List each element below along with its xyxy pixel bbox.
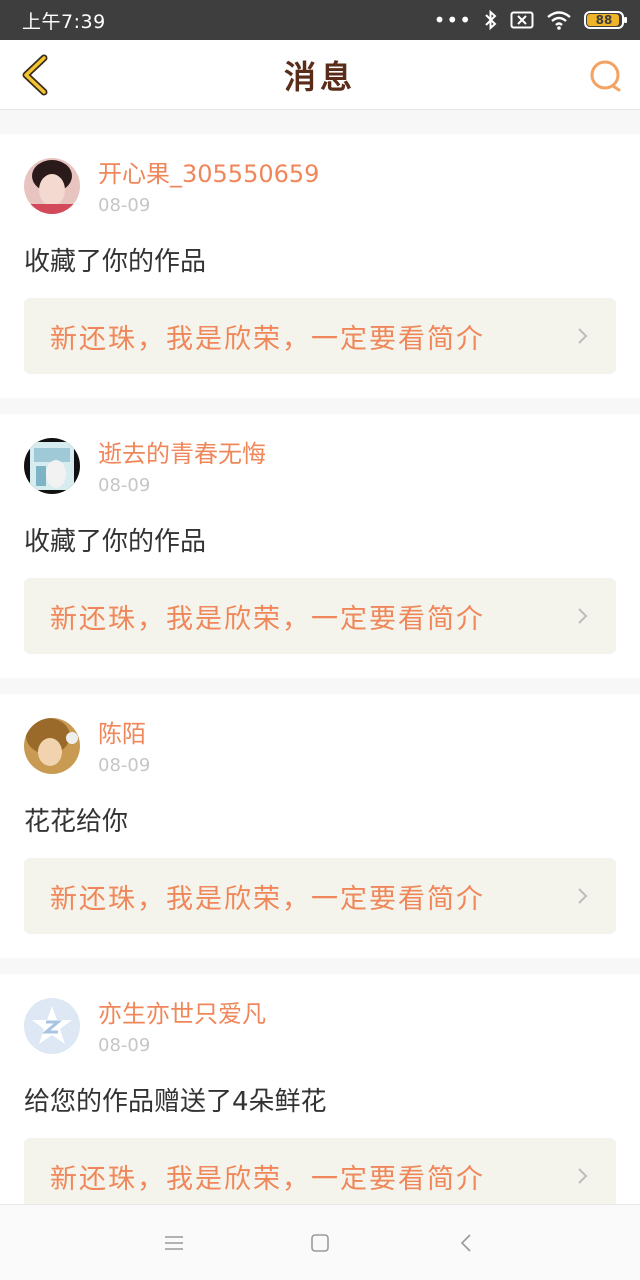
message-text: 收藏了你的作品 (24, 247, 207, 277)
more-dots-icon: ••• (433, 8, 472, 32)
status-icons: ••• 88 (433, 8, 627, 32)
chevron-right-icon (578, 1168, 588, 1184)
menu-icon (165, 1235, 183, 1250)
work-link[interactable]: 新还珠，我是欣荣，一定要看简介 (24, 578, 616, 654)
chevron-right-icon (578, 888, 588, 904)
message-text: 收藏了你的作品 (24, 527, 207, 557)
username[interactable]: 亦生亦世只爱凡 (98, 998, 266, 1030)
message-text: 花花给你 (24, 807, 129, 837)
top-bar: 消息 (0, 40, 640, 110)
user-avatar[interactable] (24, 998, 80, 1054)
battery-level: 88 (595, 13, 613, 27)
user-avatar[interactable] (24, 438, 80, 494)
message-date: 08-09 (98, 195, 151, 216)
work-link[interactable]: 新还珠，我是欣荣，一定要看简介 (24, 858, 616, 934)
message-card: 逝去的青春无悔 08-09 收藏了你的作品 新还珠，我是欣荣，一定要看简介 (0, 414, 640, 678)
menu-nav-button[interactable] (156, 1225, 192, 1261)
work-title: 新还珠，我是欣荣，一定要看简介 (50, 1163, 485, 1195)
work-link[interactable]: 新还珠，我是欣荣，一定要看简介 (24, 298, 616, 374)
no-sim-icon (510, 11, 534, 29)
bluetooth-icon (485, 9, 497, 31)
battery-indicator: 88 (584, 11, 627, 29)
chevron-right-icon (578, 328, 588, 344)
user-avatar[interactable] (24, 718, 80, 774)
username[interactable]: 陈陌 (98, 718, 150, 750)
system-nav-bar (0, 1204, 640, 1280)
message-date: 08-09 (98, 475, 151, 496)
wifi-icon (547, 11, 571, 30)
user-avatar[interactable] (24, 158, 80, 214)
search-button[interactable] (586, 56, 626, 96)
message-text: 给您的作品赠送了4朵鲜花 (24, 1087, 327, 1117)
page-title: 消息 (283, 57, 356, 96)
message-card: 陈陌 08-09 花花给你 新还珠，我是欣荣，一定要看简介 (0, 694, 640, 958)
chevron-right-icon (578, 608, 588, 624)
status-time: 上午7:39 (22, 10, 106, 33)
username[interactable]: 开心果_305550659 (98, 158, 319, 190)
work-title: 新还珠，我是欣荣，一定要看简介 (50, 323, 485, 355)
back-triangle-icon (460, 1233, 471, 1252)
work-title: 新还珠，我是欣荣，一定要看简介 (50, 883, 485, 915)
status-bar: 上午7:39 ••• 88 (0, 0, 640, 40)
search-icon (590, 60, 621, 92)
work-title: 新还珠，我是欣荣，一定要看简介 (50, 603, 485, 635)
message-card: 亦生亦世只爱凡 08-09 给您的作品赠送了4朵鲜花 新还珠，我是欣荣，一定要看… (0, 974, 640, 1238)
back-button[interactable] (14, 54, 56, 96)
username[interactable]: 逝去的青春无悔 (98, 438, 266, 470)
back-arrow-icon (22, 54, 48, 96)
message-card: 开心果_305550659 08-09 收藏了你的作品 新还珠，我是欣荣，一定要… (0, 134, 640, 398)
message-date: 08-09 (98, 1035, 151, 1056)
message-date: 08-09 (98, 755, 151, 776)
home-square-icon (311, 1233, 329, 1252)
home-nav-button[interactable] (302, 1225, 338, 1261)
work-link[interactable]: 新还珠，我是欣荣，一定要看简介 (24, 1138, 616, 1214)
back-nav-button[interactable] (448, 1225, 484, 1261)
message-list: 开心果_305550659 08-09 收藏了你的作品 新还珠，我是欣荣，一定要… (0, 118, 640, 1238)
